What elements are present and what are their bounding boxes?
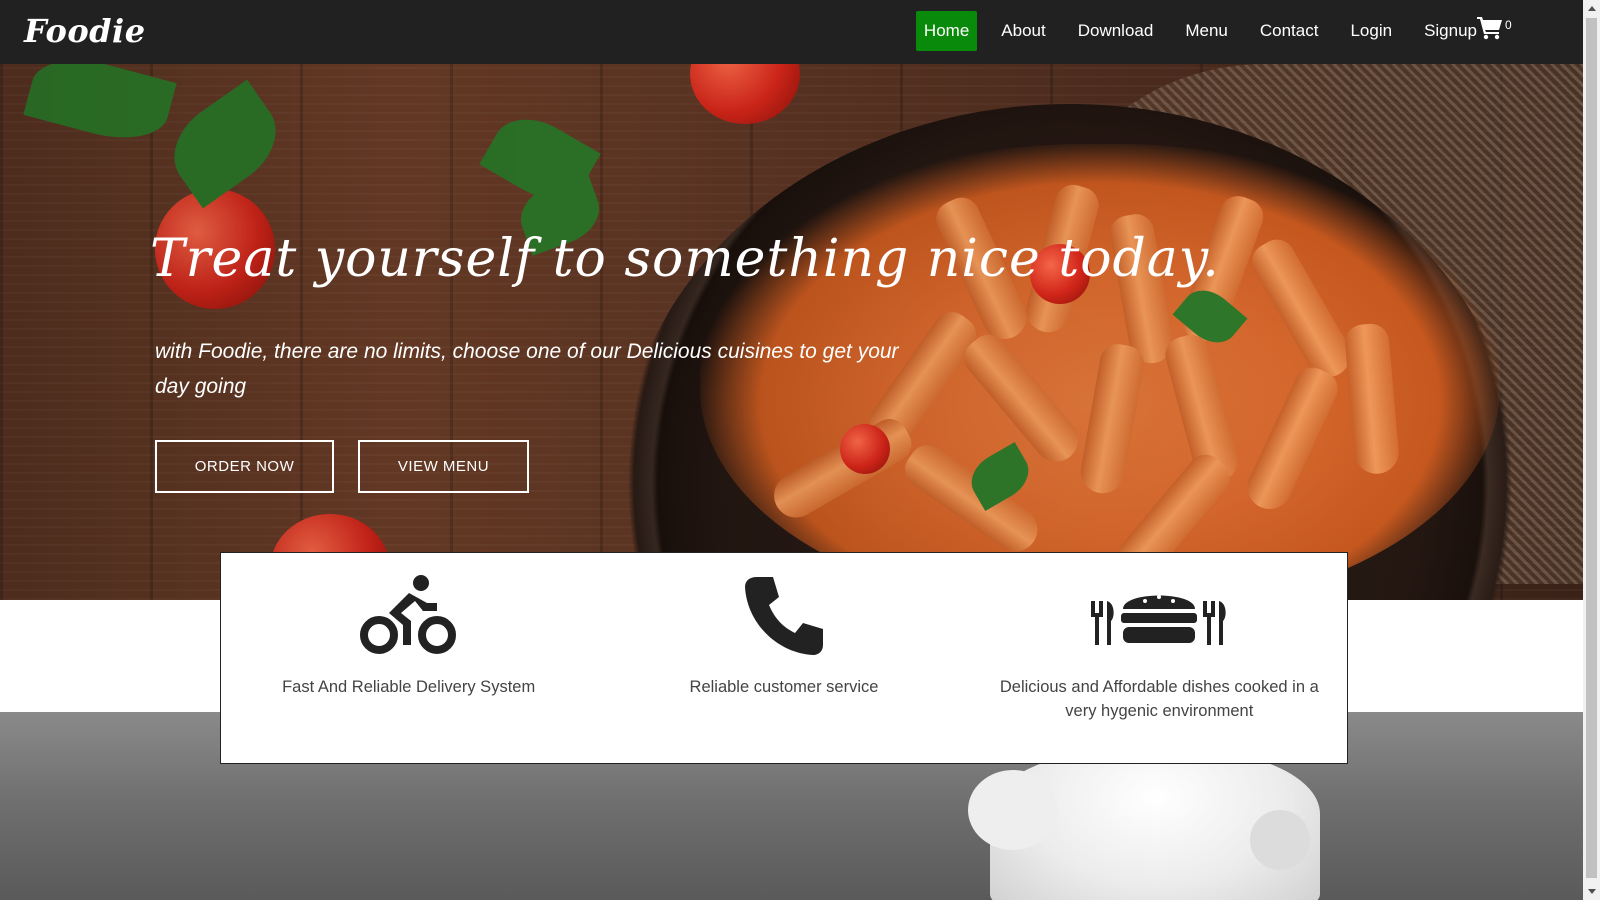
- hero-overlay: [0, 64, 1583, 600]
- feature-dishes: Delicious and Affordable dishes cooked i…: [972, 553, 1347, 763]
- burger-utensils-icon: [1089, 573, 1229, 659]
- vertical-scrollbar[interactable]: [1583, 0, 1600, 900]
- hero-section: Treat yourself to something nice today. …: [0, 64, 1583, 600]
- cart-count-badge: 0: [1505, 18, 1512, 32]
- page: Treat yourself to something nice today. …: [0, 0, 1583, 900]
- nav-item-contact[interactable]: Contact: [1244, 11, 1335, 51]
- cart-button[interactable]: 0: [1477, 16, 1512, 46]
- feature-dishes-text: Delicious and Affordable dishes cooked i…: [999, 678, 1319, 720]
- feature-delivery-text: Fast And Reliable Delivery System: [282, 678, 536, 696]
- feature-service-text: Reliable customer service: [689, 678, 879, 696]
- order-now-button[interactable]: ORDER NOW: [155, 440, 334, 493]
- features-card: Fast And Reliable Delivery System Reliab…: [220, 552, 1348, 764]
- nav-item-download[interactable]: Download: [1062, 11, 1170, 51]
- phone-icon: [743, 573, 825, 659]
- nav-item-login[interactable]: Login: [1334, 11, 1408, 51]
- shopping-cart-icon: [1477, 17, 1503, 44]
- scroll-up-arrow-icon[interactable]: [1583, 0, 1600, 17]
- logo[interactable]: Foodie: [24, 12, 146, 50]
- hero-title: Treat yourself to something nice today.: [150, 229, 1220, 289]
- nav-item-home[interactable]: Home: [915, 11, 978, 51]
- chef-hat-image: [968, 750, 1320, 900]
- view-menu-button[interactable]: VIEW MENU: [358, 440, 529, 493]
- feature-customer-service: Reliable customer service: [596, 553, 971, 763]
- scrollbar-thumb[interactable]: [1586, 18, 1597, 878]
- scroll-down-arrow-icon[interactable]: [1583, 883, 1600, 900]
- bicycle-rider-icon: [359, 573, 459, 659]
- nav-links: Home About Download Menu Contact Login S…: [915, 11, 1493, 51]
- feature-delivery: Fast And Reliable Delivery System: [221, 553, 596, 763]
- nav-item-menu[interactable]: Menu: [1169, 11, 1244, 51]
- nav-item-about[interactable]: About: [985, 11, 1061, 51]
- hero-subtitle: with Foodie, there are no limits, choose…: [155, 340, 899, 398]
- navbar: Foodie Home About Download Menu Contact …: [0, 0, 1583, 64]
